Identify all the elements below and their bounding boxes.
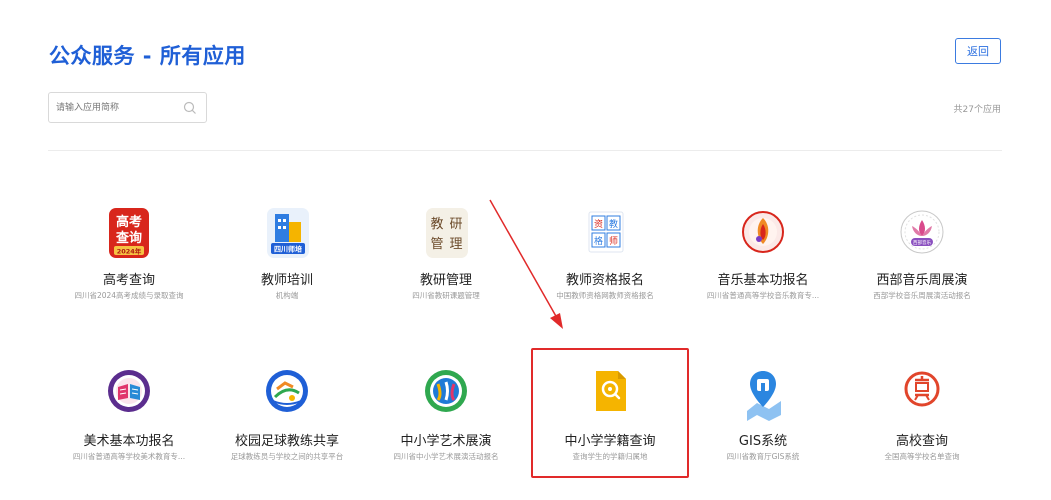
search-icon[interactable] [183,101,197,115]
teacher-training-icon: 四川师培 [259,206,315,262]
gaokao-icon-line1: 高考 [116,214,142,230]
football-coach-icon [259,367,315,423]
app-name: 中小学学籍查询 [564,434,656,449]
cert-char-3: 格 [594,235,603,247]
app-name: GIS系统 [738,434,788,449]
teacher-cert-icon: 资 教 格 师 [577,206,633,262]
page: 公众服务 - 所有应用 返回 共27个应用 高考 查询 2024年 高考查询 四… [0,0,1051,500]
art-show-icon [418,367,474,423]
gaokao-icon: 高考 查询 2024年 [101,206,157,262]
app-name: 音乐基本功报名 [717,273,809,288]
app-card-gis[interactable]: GIS系统 四川省教育厅GIS系统 [683,367,843,477]
app-desc: 西部学校音乐周展演活动报名 [873,291,971,300]
app-card-student-record[interactable]: 中小学学籍查询 查询学生的学籍归属地 [530,367,690,477]
app-name: 高校查询 [895,434,948,449]
app-name: 教师资格报名 [565,273,644,288]
app-card-gaokao[interactable]: 高考 查询 2024年 高考查询 四川省2024高考成绩与录取查询 [49,206,209,316]
research-char-4: 理 [449,237,462,252]
search-input[interactable] [56,100,176,116]
app-card-art-show[interactable]: 中小学艺术展演 四川省中小学艺术展演活动报名 [366,367,526,477]
app-card-teacher-cert[interactable]: 资 教 格 师 教师资格报名 中国教师资格网教师资格报名 [525,206,685,316]
app-desc: 中国教师资格网教师资格报名 [556,291,654,300]
western-music-icon-badge: 西部音乐 [913,239,931,246]
university-icon [894,367,950,423]
app-desc: 四川省教育厅GIS系统 [726,452,800,461]
gis-icon [735,367,791,423]
cert-char-2: 教 [609,218,618,230]
app-desc: 四川省教研课题管理 [412,291,480,300]
app-card-football-coach[interactable]: 校园足球教练共享 足球教练员与学校之间的共享平台 [207,367,367,477]
western-music-icon: 西部音乐 [894,206,950,262]
research-char-2: 研 [449,217,462,232]
art-skills-icon [101,367,157,423]
app-name: 中小学艺术展演 [400,434,492,449]
back-button[interactable]: 返回 [955,38,1001,64]
cert-char-1: 资 [594,219,603,230]
app-name: 美术基本功报名 [83,434,175,449]
app-desc: 四川省普通高等学校音乐教育专... [706,291,820,300]
app-card-teaching-research[interactable]: 教 研 管 理 教研管理 四川省教研课题管理 [366,206,526,316]
divider [48,150,1002,151]
app-desc: 机构端 [275,291,299,300]
app-name: 西部音乐周展演 [876,273,968,288]
app-desc: 四川省普通高等学校美术教育专... [72,452,186,461]
app-desc: 足球教练员与学校之间的共享平台 [230,452,344,461]
app-card-western-music[interactable]: 西部音乐 西部音乐周展演 西部学校音乐周展演活动报名 [842,206,1002,316]
page-title: 公众服务 - 所有应用 [49,44,246,68]
music-skills-icon [735,206,791,262]
student-record-icon [582,367,638,423]
app-name: 教研管理 [419,273,472,288]
app-name: 校园足球教练共享 [234,434,339,449]
app-card-teacher-training[interactable]: 四川师培 教师培训 机构端 [207,206,367,316]
app-card-art-skills[interactable]: 美术基本功报名 四川省普通高等学校美术教育专... [49,367,209,477]
app-desc: 查询学生的学籍归属地 [572,452,648,461]
app-desc: 四川省2024高考成绩与录取查询 [74,291,184,300]
gaokao-icon-line2: 查询 [115,230,142,246]
app-desc: 四川省中小学艺术展演活动报名 [393,452,499,461]
app-card-music-skills[interactable]: 音乐基本功报名 四川省普通高等学校音乐教育专... [683,206,843,316]
cert-char-4: 师 [609,235,618,247]
app-card-university[interactable]: 高校查询 全国高等学校名单查询 [842,367,1002,477]
app-name: 教师培训 [260,273,313,288]
app-name: 高考查询 [102,273,155,288]
teacher-training-icon-banner: 四川师培 [274,245,302,254]
teaching-research-icon: 教 研 管 理 [418,206,474,262]
research-char-3: 管 [430,237,443,252]
app-desc: 全国高等学校名单查询 [884,452,960,461]
app-count: 共27个应用 [953,105,1001,115]
research-char-1: 教 [430,216,443,232]
gaokao-icon-badge: 2024年 [117,247,142,256]
search-box[interactable] [48,92,207,123]
